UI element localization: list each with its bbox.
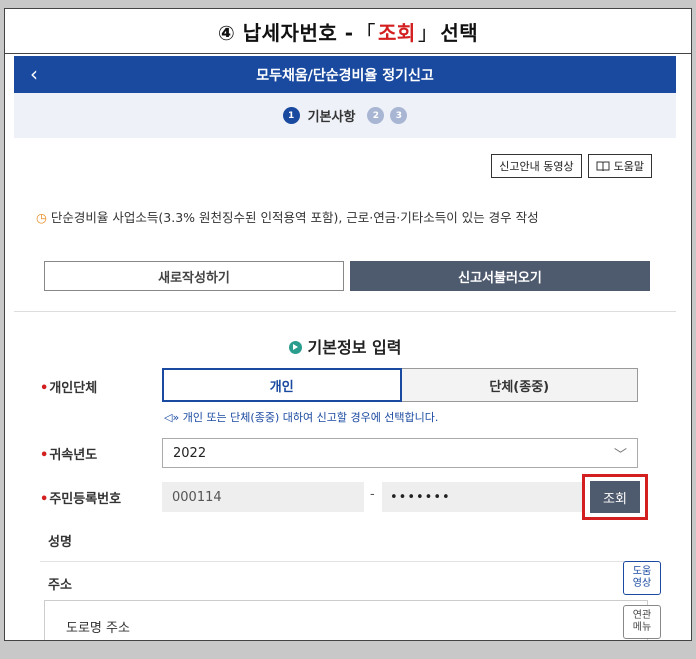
new-write-button[interactable]: 새로작성하기 [44, 261, 344, 291]
help-label: 도움말 [613, 160, 644, 173]
required-mark: • [40, 381, 49, 396]
caption-bracket-open: 「 [355, 20, 377, 45]
notice-text: ◷ 단순경비율 사업소득(3.3% 원천징수된 인적용역 포함), 근로·연금·기… [36, 207, 650, 229]
type-label-text: 개인단체 [49, 381, 98, 396]
row-divider [40, 561, 650, 562]
caption-bracket-close: 」 [417, 20, 439, 45]
year-select[interactable]: 2022 ﹀ [162, 438, 638, 468]
type-toggle: 개인 단체(종중) [162, 368, 638, 402]
lookup-highlight-box: 조회 [582, 474, 648, 520]
section-title: 기본정보 입력 [14, 334, 676, 358]
section-title-text: 기본정보 입력 [307, 338, 402, 357]
tutorial-frame: ④ 납세자번호 - 「 조회 」 선택 ‹ 모두채움/단순경비율 정기신고 1 … [4, 8, 692, 641]
step-3-badge[interactable]: 3 [390, 107, 408, 124]
guide-video-label: 신고안내 동영상 [499, 160, 574, 173]
caption-prefix: ④ 납세자번호 - [217, 20, 354, 45]
top-button-group: 신고안내 동영상 도움말 [491, 154, 652, 178]
chevron-down-icon: ﹀ [613, 448, 627, 463]
step-caption: ④ 납세자번호 - 「 조회 」 선택 [5, 9, 691, 54]
year-label-text: 귀속년도 [49, 448, 98, 463]
required-mark: • [40, 448, 49, 463]
help-button[interactable]: 도움말 [587, 154, 652, 178]
rrn-front-input[interactable]: 000114 [162, 482, 364, 512]
year-value: 2022 [173, 445, 207, 461]
caption-highlight: 조회 [378, 20, 416, 45]
type-option-individual[interactable]: 개인 [162, 368, 402, 402]
page-title: 모두채움/단순경비율 정기신고 [256, 67, 434, 84]
play-circle-icon [288, 341, 302, 354]
name-label: 성명 [48, 535, 72, 550]
step-1-label: 기본사항 [307, 110, 356, 125]
step-indicator: 1 기본사항 2 3 [14, 93, 676, 138]
rrn-separator: - [370, 487, 375, 502]
caption-suffix: 선택 [440, 20, 479, 45]
rrn-label-text: 주민등록번호 [49, 492, 122, 507]
rrn-front-value: 000114 [172, 489, 222, 505]
rrn-back-value: ••••••• [390, 489, 451, 505]
step-1-badge[interactable]: 1 [282, 107, 300, 124]
address-box [44, 600, 648, 640]
related-menu-line1: 연관 [632, 610, 652, 621]
notice-body: 단순경비율 사업소득(3.3% 원천징수된 인적용역 포함), 근로·연금·기타… [50, 210, 539, 225]
rrn-label: •주민등록번호 [40, 488, 121, 507]
year-label: •귀속년도 [40, 444, 97, 463]
book-icon [596, 161, 610, 171]
related-menu-line2: 메뉴 [632, 622, 652, 633]
road-address-label: 도로명 주소 [66, 621, 130, 636]
back-icon[interactable]: ‹ [30, 62, 38, 86]
speaker-icon: ◁» [164, 411, 180, 424]
lookup-button[interactable]: 조회 [590, 481, 640, 513]
notice-icon: ◷ [36, 210, 47, 225]
type-hint: ◁» 개인 또는 단체(종중) 대하여 신고할 경우에 선택합니다. [164, 409, 438, 425]
help-video-side-button[interactable]: 도움 영상 [623, 561, 661, 595]
step-2-badge[interactable]: 2 [367, 107, 385, 124]
guide-video-button[interactable]: 신고안내 동영상 [491, 154, 582, 178]
type-option-group[interactable]: 단체(종중) [401, 368, 638, 402]
related-menu-side-button[interactable]: 연관 메뉴 [623, 605, 661, 639]
required-mark: • [40, 492, 49, 507]
type-hint-text: 개인 또는 단체(종중) 대하여 신고할 경우에 선택합니다. [182, 411, 439, 424]
help-video-line1: 도움 [632, 566, 652, 577]
rrn-back-input[interactable]: ••••••• [382, 482, 590, 512]
address-label: 주소 [48, 578, 72, 593]
action-buttons: 새로작성하기 신고서불러오기 [44, 261, 650, 291]
load-return-button[interactable]: 신고서불러오기 [350, 261, 650, 291]
divider [14, 311, 676, 312]
help-video-line2: 영상 [632, 578, 652, 589]
type-label: •개인단체 [40, 377, 97, 396]
mobile-screen: ‹ 모두채움/단순경비율 정기신고 1 기본사항 2 3 신고안내 동영상 도움… [14, 56, 676, 640]
app-bar: ‹ 모두채움/단순경비율 정기신고 [14, 56, 676, 93]
